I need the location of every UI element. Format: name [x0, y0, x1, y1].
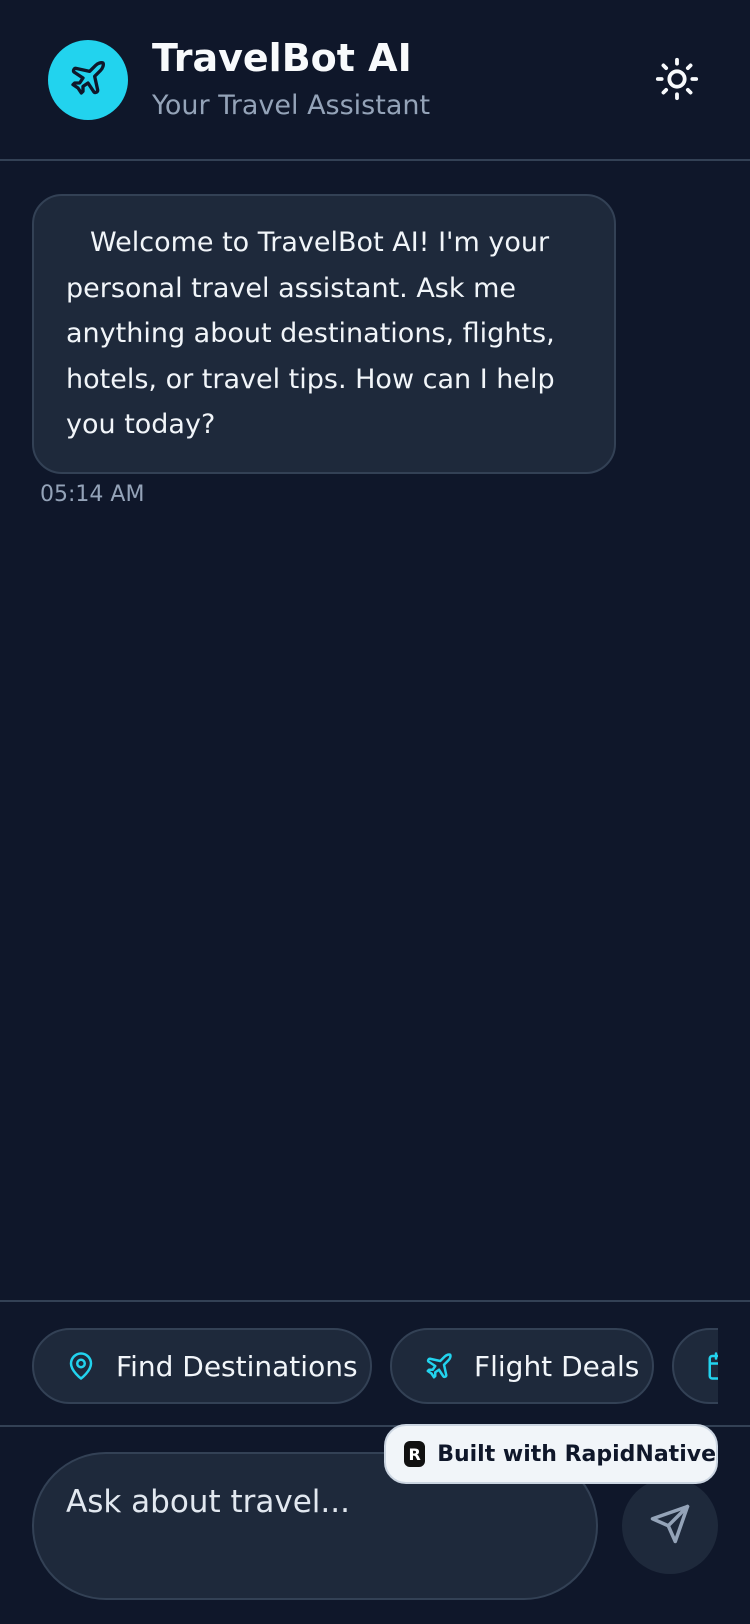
message-timestamp: 05:14 AM [40, 482, 145, 507]
send-icon [649, 1503, 691, 1549]
app-title: TravelBot AI [152, 36, 412, 80]
rapidnative-badge[interactable]: R Built with RapidNative [384, 1424, 718, 1484]
rapidnative-logo-icon: R [404, 1441, 426, 1467]
bot-avatar [48, 40, 128, 120]
quick-actions-bar: Find Destinations Flight Deals [0, 1300, 750, 1427]
send-button[interactable] [622, 1478, 718, 1574]
app-subtitle: Your Travel Assistant [152, 90, 431, 121]
map-pin-icon [66, 1351, 96, 1381]
quick-action-label: Flight Deals [474, 1349, 640, 1383]
quick-action-label: Find Destinations [116, 1349, 358, 1383]
quick-action-find-destinations[interactable]: Find Destinations [32, 1328, 372, 1404]
quick-actions-scroller[interactable]: Find Destinations Flight Deals [32, 1328, 718, 1404]
message-text: Welcome to TravelBot AI! I'm your person… [66, 227, 555, 440]
quick-action-travel-dates[interactable] [672, 1328, 718, 1404]
message-input-placeholder: Ask about travel... [66, 1484, 350, 1520]
app-header: TravelBot AI Your Travel Assistant [0, 0, 750, 161]
theme-toggle-button[interactable] [652, 56, 702, 106]
quick-action-flight-deals[interactable]: Flight Deals [390, 1328, 654, 1404]
airplane-icon [68, 58, 108, 102]
bot-message-bubble: Welcome to TravelBot AI! I'm your person… [32, 194, 616, 474]
airplane-icon [424, 1351, 454, 1381]
badge-label: Built with RapidNative [437, 1441, 716, 1467]
calendar-icon [706, 1351, 718, 1381]
sun-icon [654, 56, 700, 106]
